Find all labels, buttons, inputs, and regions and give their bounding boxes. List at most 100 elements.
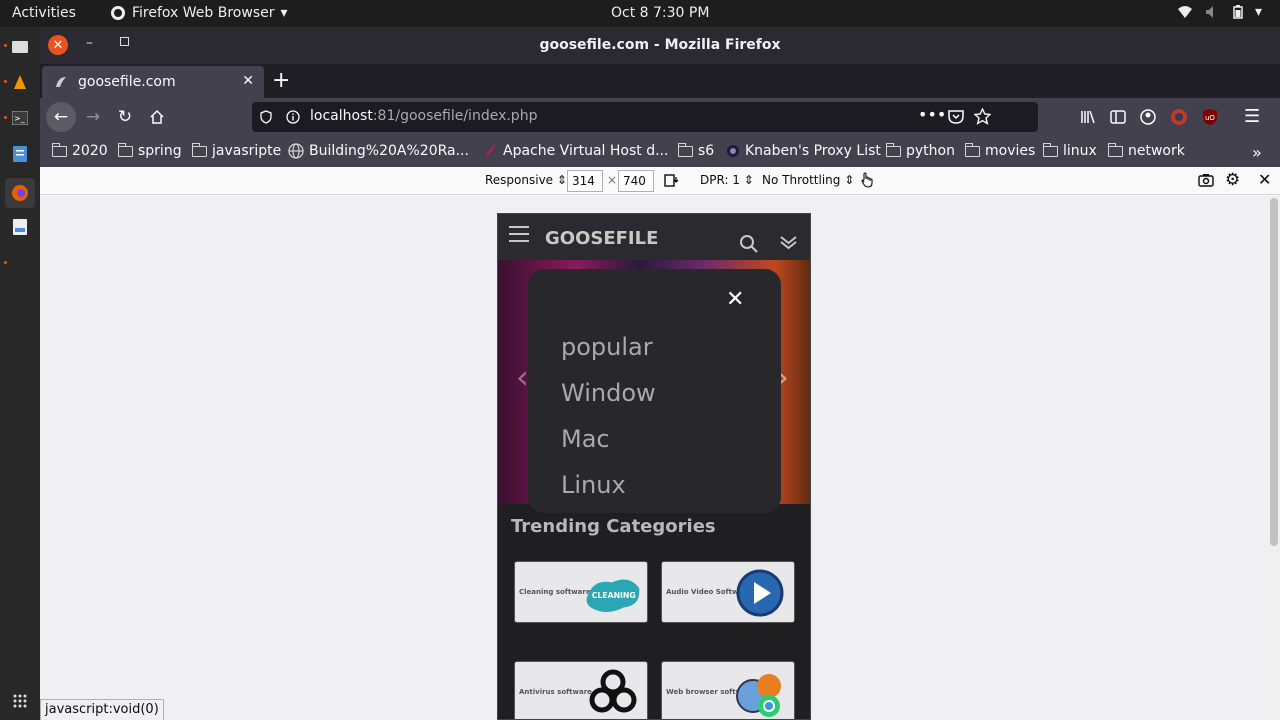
bookmark-building[interactable]: Building%20A%20Ra... (288, 143, 469, 159)
pocket-icon[interactable] (948, 109, 964, 124)
screenshot-icon[interactable] (1198, 173, 1214, 187)
app-menu[interactable]: Firefox Web Browser ▾ (110, 5, 288, 21)
back-button[interactable]: ← (46, 102, 76, 132)
menu-item-mac[interactable]: Mac (561, 425, 610, 453)
close-window-button[interactable]: ✕ (48, 35, 68, 55)
new-tab-button[interactable]: + (272, 68, 290, 93)
bookmark-star-icon[interactable] (974, 108, 991, 125)
bookmark-spring[interactable]: spring (117, 142, 182, 159)
library-icon[interactable] (1080, 109, 1096, 125)
bookmark-s6[interactable]: s6 (677, 142, 715, 159)
dock: >_ (0, 27, 40, 720)
bookmark-linux[interactable]: linux (1042, 142, 1097, 159)
chevron-down-icon: ▾ (1254, 4, 1262, 20)
category-card-web-browser[interactable]: Web browser software (661, 661, 795, 719)
minimize-window-button[interactable]: – (86, 35, 93, 51)
activities-button[interactable]: Activities (12, 5, 76, 21)
scrollbar-thumb[interactable] (1270, 198, 1278, 546)
throttling-selector[interactable]: No Throttling ⇕ (762, 173, 854, 187)
forward-button[interactable]: → (80, 104, 106, 130)
bookmark-apache[interactable]: Apache Virtual Host d... (482, 143, 668, 159)
bookmark-label: python (906, 143, 955, 159)
category-card-cleaning[interactable]: Cleaning software CLEANING (514, 561, 648, 623)
viewport-height-input[interactable]: 740 (618, 170, 654, 192)
vlc-icon[interactable] (10, 72, 30, 92)
carousel-prev-icon[interactable]: ‹ (516, 358, 529, 396)
ublock-icon[interactable]: uO (1202, 108, 1218, 126)
bookmark-movies[interactable]: movies (964, 142, 1035, 159)
bookmark-javasripte[interactable]: javasripte (191, 142, 282, 159)
browser-logos-icon (730, 666, 790, 719)
home-button[interactable] (144, 104, 170, 130)
reload-button[interactable]: ↻ (112, 104, 138, 130)
account-icon[interactable] (1140, 108, 1156, 125)
tab-goosefile[interactable]: goosefile.com ✕ (42, 66, 264, 98)
firefox-dock-icon[interactable] (5, 178, 35, 208)
bookmark-network[interactable]: network (1107, 142, 1185, 159)
viewport-width-input[interactable]: 314 (567, 170, 603, 192)
bookmark-2020[interactable]: 2020 (51, 142, 108, 159)
page-scrollbar[interactable] (1268, 196, 1280, 720)
folder-icon (191, 142, 207, 157)
double-chevron-down-icon[interactable] (779, 234, 798, 250)
device-selector[interactable]: Responsive ⇕ (485, 173, 567, 187)
extension-icon[interactable] (1170, 108, 1188, 126)
site-favicon-icon (56, 77, 66, 87)
system-top-bar: Activities Firefox Web Browser ▾ Oct 8 7… (0, 0, 1280, 27)
text-editor-icon[interactable] (10, 144, 30, 164)
url-text: localhost:81/goosefile/index.php (310, 108, 537, 124)
running-indicator (4, 80, 7, 83)
bookmarks-toolbar: 2020 spring javasripte Building%20A%20Ra… (40, 136, 1280, 167)
category-card-antivirus[interactable]: Antivirus software (514, 661, 648, 719)
close-rdm-icon[interactable]: ✕ (1258, 170, 1271, 189)
folder-icon (677, 142, 693, 157)
page-actions-icon[interactable]: ••• (918, 105, 946, 124)
bookmark-label: javasripte (212, 143, 282, 159)
clock[interactable]: Oct 8 7:30 PM (611, 5, 709, 21)
trending-categories-heading: Trending Categories (511, 516, 716, 537)
window-title: goosefile.com - Mozilla Firefox (539, 37, 781, 53)
chevron-down-icon: ▾ (280, 5, 288, 21)
device-selector-label: Responsive (485, 173, 554, 187)
battery-icon (1233, 5, 1243, 19)
search-icon[interactable] (739, 234, 758, 253)
site-brand[interactable]: GOOSEFILE (545, 228, 658, 249)
bookmark-label: s6 (698, 143, 715, 159)
settings-gear-icon[interactable]: ⚙ (1225, 170, 1240, 190)
svg-text:uO: uO (1205, 114, 1215, 122)
files-icon[interactable] (10, 36, 30, 56)
url-bar[interactable]: localhost:81/goosefile/index.php ••• (252, 102, 1038, 132)
hamburger-menu-icon[interactable]: ☰ (1244, 106, 1260, 127)
play-icon (730, 566, 790, 620)
window-titlebar: goosefile.com - Mozilla Firefox ✕ – (40, 27, 1280, 64)
close-menu-icon[interactable]: ✕ (726, 287, 744, 312)
biohazard-icon (583, 666, 643, 719)
menu-item-window[interactable]: Window (561, 379, 656, 407)
bookmark-label: network (1128, 143, 1185, 159)
terminal-icon[interactable]: >_ (10, 108, 30, 128)
navigation-toolbar: ← → ↻ localhost:81/goosefile/index.php •… (40, 98, 1280, 136)
category-label: Cleaning software (519, 588, 591, 596)
touch-simulation-icon[interactable] (860, 172, 874, 188)
document-viewer-icon[interactable] (10, 217, 30, 237)
show-apps-icon[interactable] (10, 691, 30, 711)
category-card-audio-video[interactable]: Audio Video Software (661, 561, 795, 623)
bookmarks-overflow-icon[interactable]: » (1252, 143, 1262, 162)
menu-item-popular[interactable]: popular (561, 333, 653, 361)
svg-text:>_: >_ (14, 114, 26, 123)
maximize-window-button[interactable] (120, 37, 129, 46)
system-tray[interactable]: ▾ (1177, 4, 1262, 20)
folder-icon (117, 142, 133, 157)
hamburger-icon[interactable] (509, 226, 529, 247)
bookmark-python[interactable]: python (885, 142, 955, 159)
sidebar-icon[interactable] (1110, 109, 1126, 125)
dpr-selector[interactable]: DPR: 1 ⇕ (700, 173, 754, 187)
running-indicator (4, 44, 7, 47)
bookmark-knaben[interactable]: Knaben's Proxy List (726, 143, 881, 159)
category-dropdown-menu: ✕ popular Window Mac Linux (528, 269, 781, 513)
tab-label: goosefile.com (78, 74, 176, 90)
bookmark-label: Knaben's Proxy List (745, 143, 881, 159)
close-tab-icon[interactable]: ✕ (242, 73, 254, 89)
rotate-viewport-icon[interactable] (663, 172, 679, 188)
menu-item-linux[interactable]: Linux (561, 471, 626, 499)
